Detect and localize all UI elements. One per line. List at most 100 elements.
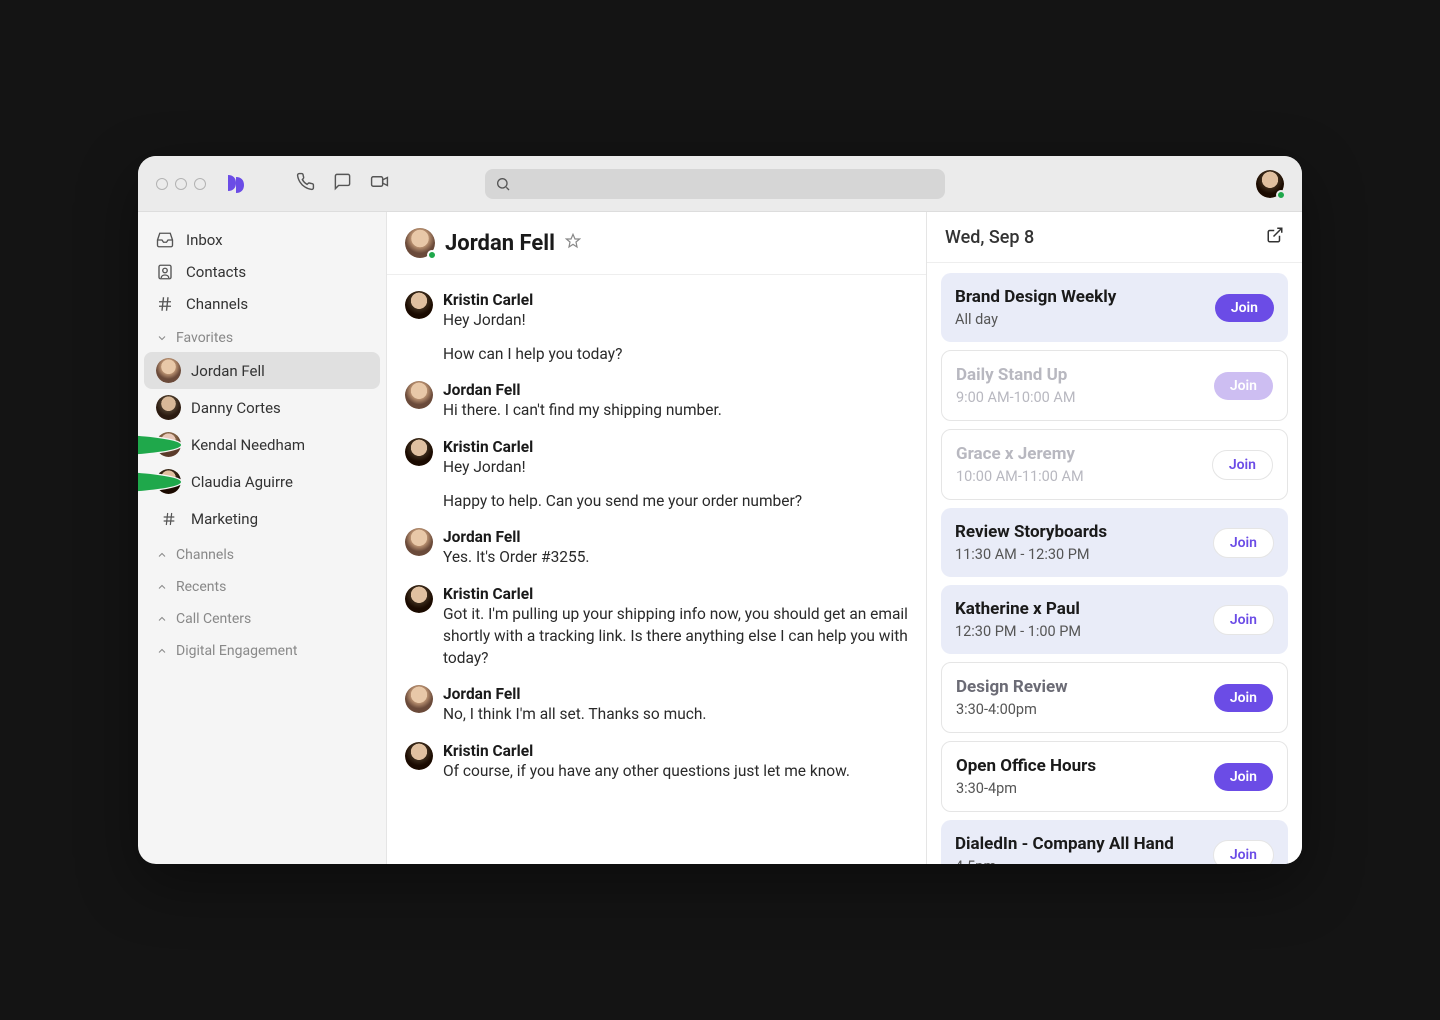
sidebar-section-2[interactable]: Call Centers: [144, 601, 380, 633]
calendar-event: Review Storyboards11:30 AM - 12:30 PMJoi…: [941, 508, 1288, 577]
message: Jordan FellYes. It's Order #3255.: [405, 520, 908, 577]
nav-contacts[interactable]: Contacts: [144, 256, 380, 288]
event-title: Design Review: [956, 677, 1202, 697]
message-author: Jordan Fell: [443, 685, 908, 703]
app-logo: [222, 171, 248, 197]
calendar-event: Grace x Jeremy10:00 AM-11:00 AMJoin: [941, 429, 1288, 500]
avatar: [156, 358, 181, 383]
window-minimize-button[interactable]: [175, 178, 187, 190]
favorite-label: Danny Cortes: [191, 399, 281, 417]
message-author: Kristin Carlel: [443, 438, 908, 456]
join-button[interactable]: Join: [1215, 294, 1274, 322]
calendar-date: Wed, Sep 8: [945, 227, 1034, 248]
video-icon[interactable]: [370, 172, 389, 195]
event-title: Katherine x Paul: [955, 599, 1201, 619]
message-text: Of course, if you have any other questio…: [443, 761, 908, 783]
nav-inbox[interactable]: Inbox: [144, 224, 380, 256]
chevron-up-icon: [156, 581, 168, 593]
message-text: Hey Jordan!Happy to help. Can you send m…: [443, 457, 908, 512]
phone-icon[interactable]: [296, 172, 315, 195]
app-window: Inbox Contacts Channels Favorites Jordan…: [138, 156, 1302, 864]
chevron-up-icon: [156, 645, 168, 657]
avatar: [156, 469, 181, 494]
calendar-event: Design Review 3:30-4:00pm Join: [941, 662, 1288, 733]
message: Kristin CarlelHey Jordan!Happy to help. …: [405, 430, 908, 520]
join-button[interactable]: Join: [1212, 450, 1273, 480]
chevron-up-icon: [156, 613, 168, 625]
message-text: Got it. I'm pulling up your shipping inf…: [443, 604, 908, 669]
avatar: [156, 432, 181, 457]
message-avatar: [405, 438, 433, 466]
event-time: 9:00 AM-10:00 AM: [956, 389, 1202, 406]
favorites-header[interactable]: Favorites: [144, 320, 380, 352]
traffic-lights: [156, 178, 206, 190]
event-title: Grace x Jeremy: [956, 444, 1200, 464]
message-avatar: [405, 381, 433, 409]
event-title: DialedIn - Company All Hand: [955, 834, 1201, 854]
sidebar-section-3[interactable]: Digital Engagement: [144, 633, 380, 665]
join-button[interactable]: Join: [1214, 763, 1273, 791]
message: Kristin CarlelGot it. I'm pulling up you…: [405, 577, 908, 677]
star-icon[interactable]: [565, 233, 581, 253]
popout-icon[interactable]: [1266, 226, 1284, 248]
search-input[interactable]: [485, 169, 945, 199]
avatar: [156, 395, 181, 420]
message: Kristin CarlelOf course, if you have any…: [405, 734, 908, 791]
window-close-button[interactable]: [156, 178, 168, 190]
chevron-up-icon: [156, 549, 168, 561]
chevron-down-icon: [156, 332, 168, 344]
message-author: Kristin Carlel: [443, 742, 908, 760]
sidebar-section-0[interactable]: Channels: [144, 537, 380, 569]
sidebar-section-1[interactable]: Recents: [144, 569, 380, 601]
event-title: Brand Design Weekly: [955, 287, 1203, 307]
sidebar-favorite-4[interactable]: Marketing: [144, 500, 380, 537]
nav-label: Channels: [186, 295, 248, 313]
calendar-events: Brand Design WeeklyAll dayJoinDaily Stan…: [927, 263, 1302, 864]
calendar-event: DialedIn - Company All Hand 4-5pm Join: [941, 820, 1288, 864]
event-time: 12:30 PM - 1:00 PM: [955, 623, 1201, 640]
event-title: Open Office Hours: [956, 756, 1202, 776]
message-author: Kristin Carlel: [443, 585, 908, 603]
sidebar-favorite-1[interactable]: Danny Cortes: [144, 389, 380, 426]
join-button[interactable]: Join: [1213, 528, 1274, 558]
message-text: Hi there. I can't find my shipping numbe…: [443, 400, 908, 422]
message-avatar: [405, 585, 433, 613]
favorite-label: Jordan Fell: [191, 362, 265, 380]
contacts-icon: [156, 263, 174, 281]
nav-label: Contacts: [186, 263, 246, 281]
sidebar: Inbox Contacts Channels Favorites Jordan…: [138, 212, 386, 864]
favorite-label: Marketing: [191, 510, 258, 528]
window-maximize-button[interactable]: [194, 178, 206, 190]
event-time: 4-5pm: [955, 858, 1201, 864]
nav-label: Inbox: [186, 231, 223, 249]
calendar-event: Katherine x Paul 12:30 PM - 1:00 PM Join: [941, 585, 1288, 654]
message-avatar: [405, 685, 433, 713]
message-author: Kristin Carlel: [443, 291, 908, 309]
chat-icon[interactable]: [333, 172, 352, 195]
chat-messages: Kristin CarlelHey Jordan!How can I help …: [387, 275, 926, 864]
nav-channels[interactable]: Channels: [144, 288, 380, 320]
sidebar-favorite-3[interactable]: Claudia Aguirre: [144, 463, 380, 500]
search-icon: [495, 176, 511, 192]
message: Jordan FellHi there. I can't find my shi…: [405, 373, 908, 430]
chat-panel: Jordan Fell Kristin CarlelHey Jordan!How…: [386, 212, 926, 864]
sidebar-favorite-0[interactable]: Jordan Fell: [144, 352, 380, 389]
message-author: Jordan Fell: [443, 381, 908, 399]
favorite-label: Claudia Aguirre: [191, 473, 293, 491]
toolbar-icons: [296, 172, 389, 195]
join-button[interactable]: Join: [1214, 684, 1273, 712]
message: Kristin CarlelHey Jordan!How can I help …: [405, 283, 908, 373]
search-wrap: [485, 169, 945, 199]
join-button[interactable]: Join: [1213, 605, 1274, 635]
calendar-event: Open Office Hours 3:30-4pm Join: [941, 741, 1288, 812]
join-button[interactable]: Join: [1214, 372, 1273, 400]
inbox-icon: [156, 231, 174, 249]
join-button[interactable]: Join: [1213, 840, 1274, 865]
message-avatar: [405, 291, 433, 319]
sidebar-favorite-2[interactable]: Kendal Needham: [144, 426, 380, 463]
app-body: Inbox Contacts Channels Favorites Jordan…: [138, 212, 1302, 864]
event-time: 3:30-4:00pm: [956, 701, 1202, 718]
current-user-avatar[interactable]: [1256, 170, 1284, 198]
event-time: 3:30-4pm: [956, 780, 1202, 797]
message-author: Jordan Fell: [443, 528, 908, 546]
